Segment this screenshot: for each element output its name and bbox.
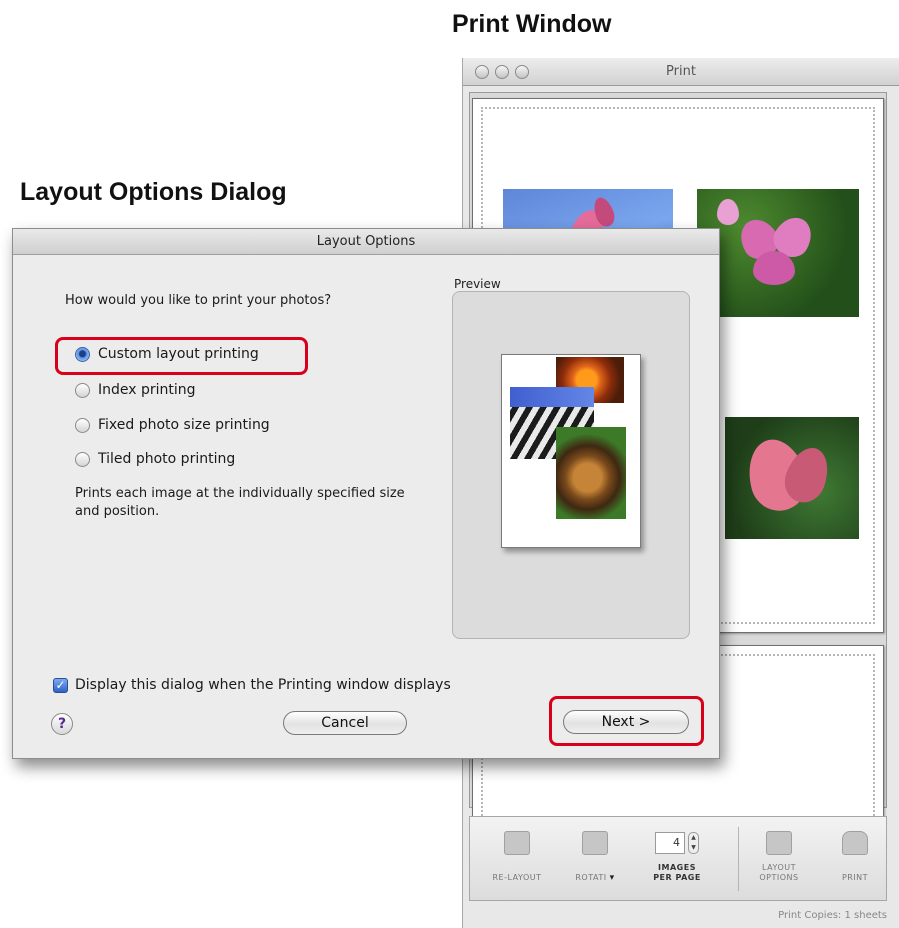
checkmark-icon[interactable]: ✓: [53, 677, 68, 693]
preview-page: [501, 354, 641, 548]
images-per-page-control: 4 ▲ ▼ IMAGES PER PAGE: [638, 821, 716, 897]
radio-tiled-photo[interactable]: Tiled photo printing: [75, 451, 235, 467]
photo-pink-clematis[interactable]: [697, 189, 859, 317]
layout-dialog-caption: Layout Options Dialog: [20, 178, 287, 206]
radio-fixed-photo-size[interactable]: Fixed photo size printing: [75, 417, 270, 433]
radio-label: Tiled photo printing: [98, 451, 236, 467]
radio-icon[interactable]: [75, 382, 90, 398]
radio-icon[interactable]: [75, 417, 90, 433]
preview-label: Preview: [454, 277, 501, 291]
chevron-down-icon[interactable]: ▾: [610, 873, 615, 883]
radio-icon[interactable]: [75, 451, 90, 467]
display-dialog-checkbox-label: Display this dialog when the Printing wi…: [75, 677, 451, 693]
highlight-custom-layout: [55, 337, 308, 375]
printer-icon: [842, 831, 868, 855]
print-question: How would you like to print your photos?: [65, 293, 332, 308]
images-per-page-field[interactable]: 4: [655, 832, 685, 854]
rotate-label: ROTATI ▾: [575, 873, 615, 883]
layout-options-button[interactable]: LAYOUT OPTIONS: [740, 821, 818, 897]
radio-index-printing[interactable]: Index printing: [75, 382, 196, 398]
relayout-icon: [504, 831, 530, 855]
print-window-titlebar: Print: [463, 58, 899, 86]
dialog-title: Layout Options: [316, 234, 416, 249]
photo-pink-caladium[interactable]: [725, 417, 859, 539]
highlight-next-button: [549, 696, 704, 746]
images-per-page-stepper[interactable]: ▲ ▼: [688, 832, 699, 854]
rotate-button[interactable]: ROTATI ▾: [556, 821, 634, 897]
print-button[interactable]: PRINT: [816, 821, 894, 897]
layout-options-label: LAYOUT OPTIONS: [759, 863, 799, 882]
relayout-label: RE-LAYOUT: [492, 873, 542, 882]
help-icon[interactable]: ?: [51, 713, 73, 735]
print-copies-status: Print Copies: 1 sheets: [778, 910, 887, 921]
preview-panel: [452, 291, 690, 639]
rotate-icon: [582, 831, 608, 855]
layout-options-icon: [766, 831, 792, 855]
images-per-page-label: IMAGES PER PAGE: [653, 863, 701, 882]
preview-image-lion: [556, 427, 626, 519]
display-dialog-checkbox-row[interactable]: ✓ Display this dialog when the Printing …: [53, 677, 451, 693]
relayout-button[interactable]: RE-LAYOUT: [478, 821, 556, 897]
layout-options-dialog: Layout Options How would you like to pri…: [12, 228, 720, 759]
cancel-button[interactable]: Cancel: [283, 711, 407, 735]
print-window-caption: Print Window: [452, 10, 612, 38]
option-description: Prints each image at the individually sp…: [75, 486, 405, 519]
radio-label: Index printing: [98, 382, 196, 398]
print-window-title: Print: [666, 64, 696, 79]
toolbar-divider: [738, 827, 739, 891]
print-label: PRINT: [841, 873, 869, 882]
print-toolbar: RE-LAYOUT ROTATI ▾ 4 ▲ ▼ IMAGES PER PAGE L…: [469, 816, 887, 901]
radio-label: Fixed photo size printing: [98, 417, 270, 433]
dialog-titlebar: Layout Options: [13, 229, 719, 255]
